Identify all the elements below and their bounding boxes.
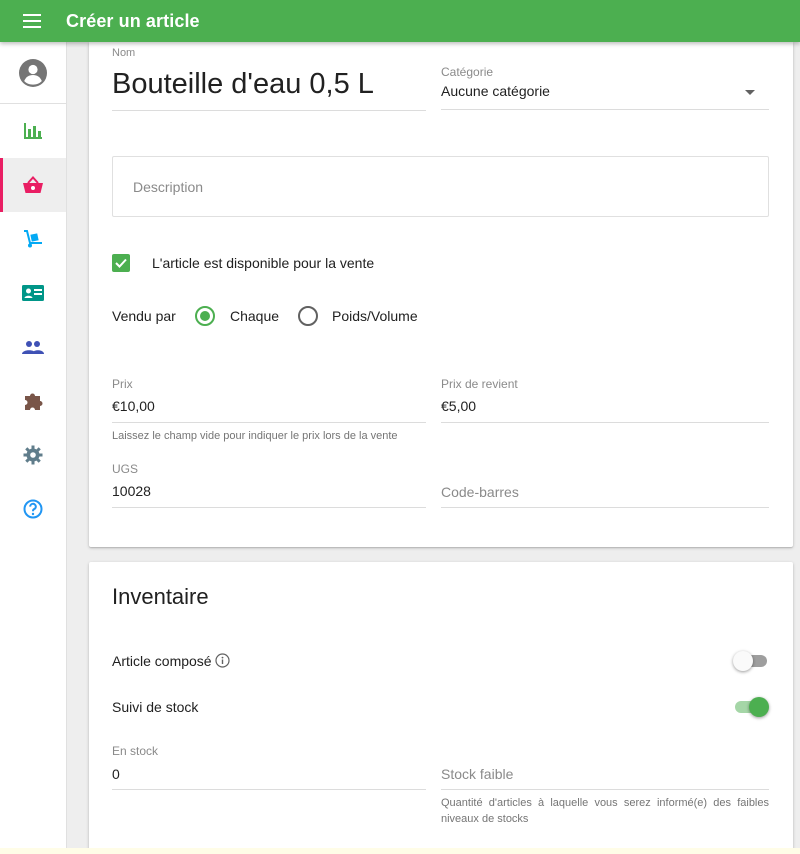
item-details-card: Nom Bouteille d'eau 0,5 L Catégorie Aucu… <box>89 42 793 547</box>
basket-icon <box>23 176 43 193</box>
in-stock-field[interactable]: 0 <box>112 759 426 790</box>
cost-value: €5,00 <box>441 398 477 414</box>
help-circle-icon <box>23 499 43 519</box>
composite-item-toggle[interactable] <box>733 650 769 672</box>
sold-by-weight-radio[interactable] <box>298 306 318 326</box>
price-label: Prix <box>112 377 133 391</box>
price-field[interactable]: €10,00 <box>112 392 426 423</box>
sold-by-label: Vendu par <box>112 308 176 324</box>
account-circle-icon <box>19 58 47 87</box>
inventory-title: Inventaire <box>112 584 209 609</box>
composite-item-label: Article composé <box>112 653 212 669</box>
puzzle-icon <box>25 393 43 410</box>
info-icon[interactable] <box>215 653 230 668</box>
cost-label: Prix de revient <box>441 377 518 391</box>
sidebar-item-reports[interactable] <box>0 104 66 158</box>
price-value: €10,00 <box>112 398 155 414</box>
app-bar: Créer un article <box>0 0 800 42</box>
track-stock-label: Suivi de stock <box>112 699 199 715</box>
description-placeholder: Description <box>133 179 204 195</box>
category-label: Catégorie <box>441 65 494 79</box>
hand-truck-icon <box>24 230 42 248</box>
price-hint: Laissez le champ vide pour indiquer le p… <box>112 430 398 442</box>
sidebar-avatar[interactable] <box>0 42 66 104</box>
sku-label: UGS <box>112 462 139 476</box>
sidebar <box>0 42 67 854</box>
barcode-placeholder: Code-barres <box>441 484 519 500</box>
inventory-card: Inventaire Article composé Suivi de stoc… <box>89 562 793 854</box>
low-stock-placeholder: Stock faible <box>441 766 514 782</box>
sku-value: 10028 <box>112 483 151 499</box>
sidebar-item-integrations[interactable] <box>0 374 66 428</box>
gear-icon <box>23 445 43 465</box>
track-stock-toggle[interactable] <box>733 696 769 718</box>
in-stock-value: 0 <box>112 766 120 782</box>
name-label: Nom <box>112 47 136 59</box>
menu-icon <box>23 14 41 28</box>
menu-button[interactable] <box>12 0 52 42</box>
bottom-strip <box>0 848 800 854</box>
category-value: Aucune catégorie <box>441 83 550 99</box>
sidebar-item-help[interactable] <box>0 482 66 536</box>
name-value: Bouteille d'eau 0,5 L <box>112 68 374 100</box>
sku-field[interactable]: 10028 <box>112 477 426 508</box>
page-title: Créer un article <box>66 10 200 31</box>
people-icon <box>22 341 44 354</box>
category-select[interactable]: Aucune catégorie <box>441 80 769 110</box>
sidebar-item-customers[interactable] <box>0 266 66 320</box>
sidebar-item-items[interactable] <box>0 158 66 212</box>
sold-by-each-radio[interactable] <box>195 306 215 326</box>
available-for-sale-checkbox[interactable] <box>112 254 130 272</box>
name-field[interactable]: Bouteille d'eau 0,5 L <box>112 62 426 111</box>
id-card-icon <box>22 285 44 301</box>
sidebar-item-settings[interactable] <box>0 428 66 482</box>
sold-by-each-label: Chaque <box>230 308 280 324</box>
low-stock-field[interactable]: Stock faible <box>441 759 769 790</box>
description-field[interactable]: Description <box>112 156 769 217</box>
bar-chart-icon <box>24 123 42 139</box>
main-content: Nom Bouteille d'eau 0,5 L Catégorie Aucu… <box>67 42 800 854</box>
available-for-sale-label: L'article est disponible pour la vente <box>152 255 375 271</box>
sidebar-item-employees[interactable] <box>0 320 66 374</box>
low-stock-hint: Quantité d'articles à laquelle vous sere… <box>441 797 769 825</box>
check-icon <box>115 258 127 268</box>
sidebar-item-inventory[interactable] <box>0 212 66 266</box>
in-stock-label: En stock <box>112 744 159 758</box>
cost-field[interactable]: €5,00 <box>441 392 769 423</box>
sold-by-weight-label: Poids/Volume <box>332 308 418 324</box>
chevron-down-icon <box>745 90 755 95</box>
barcode-field[interactable]: Code-barres <box>441 477 769 508</box>
